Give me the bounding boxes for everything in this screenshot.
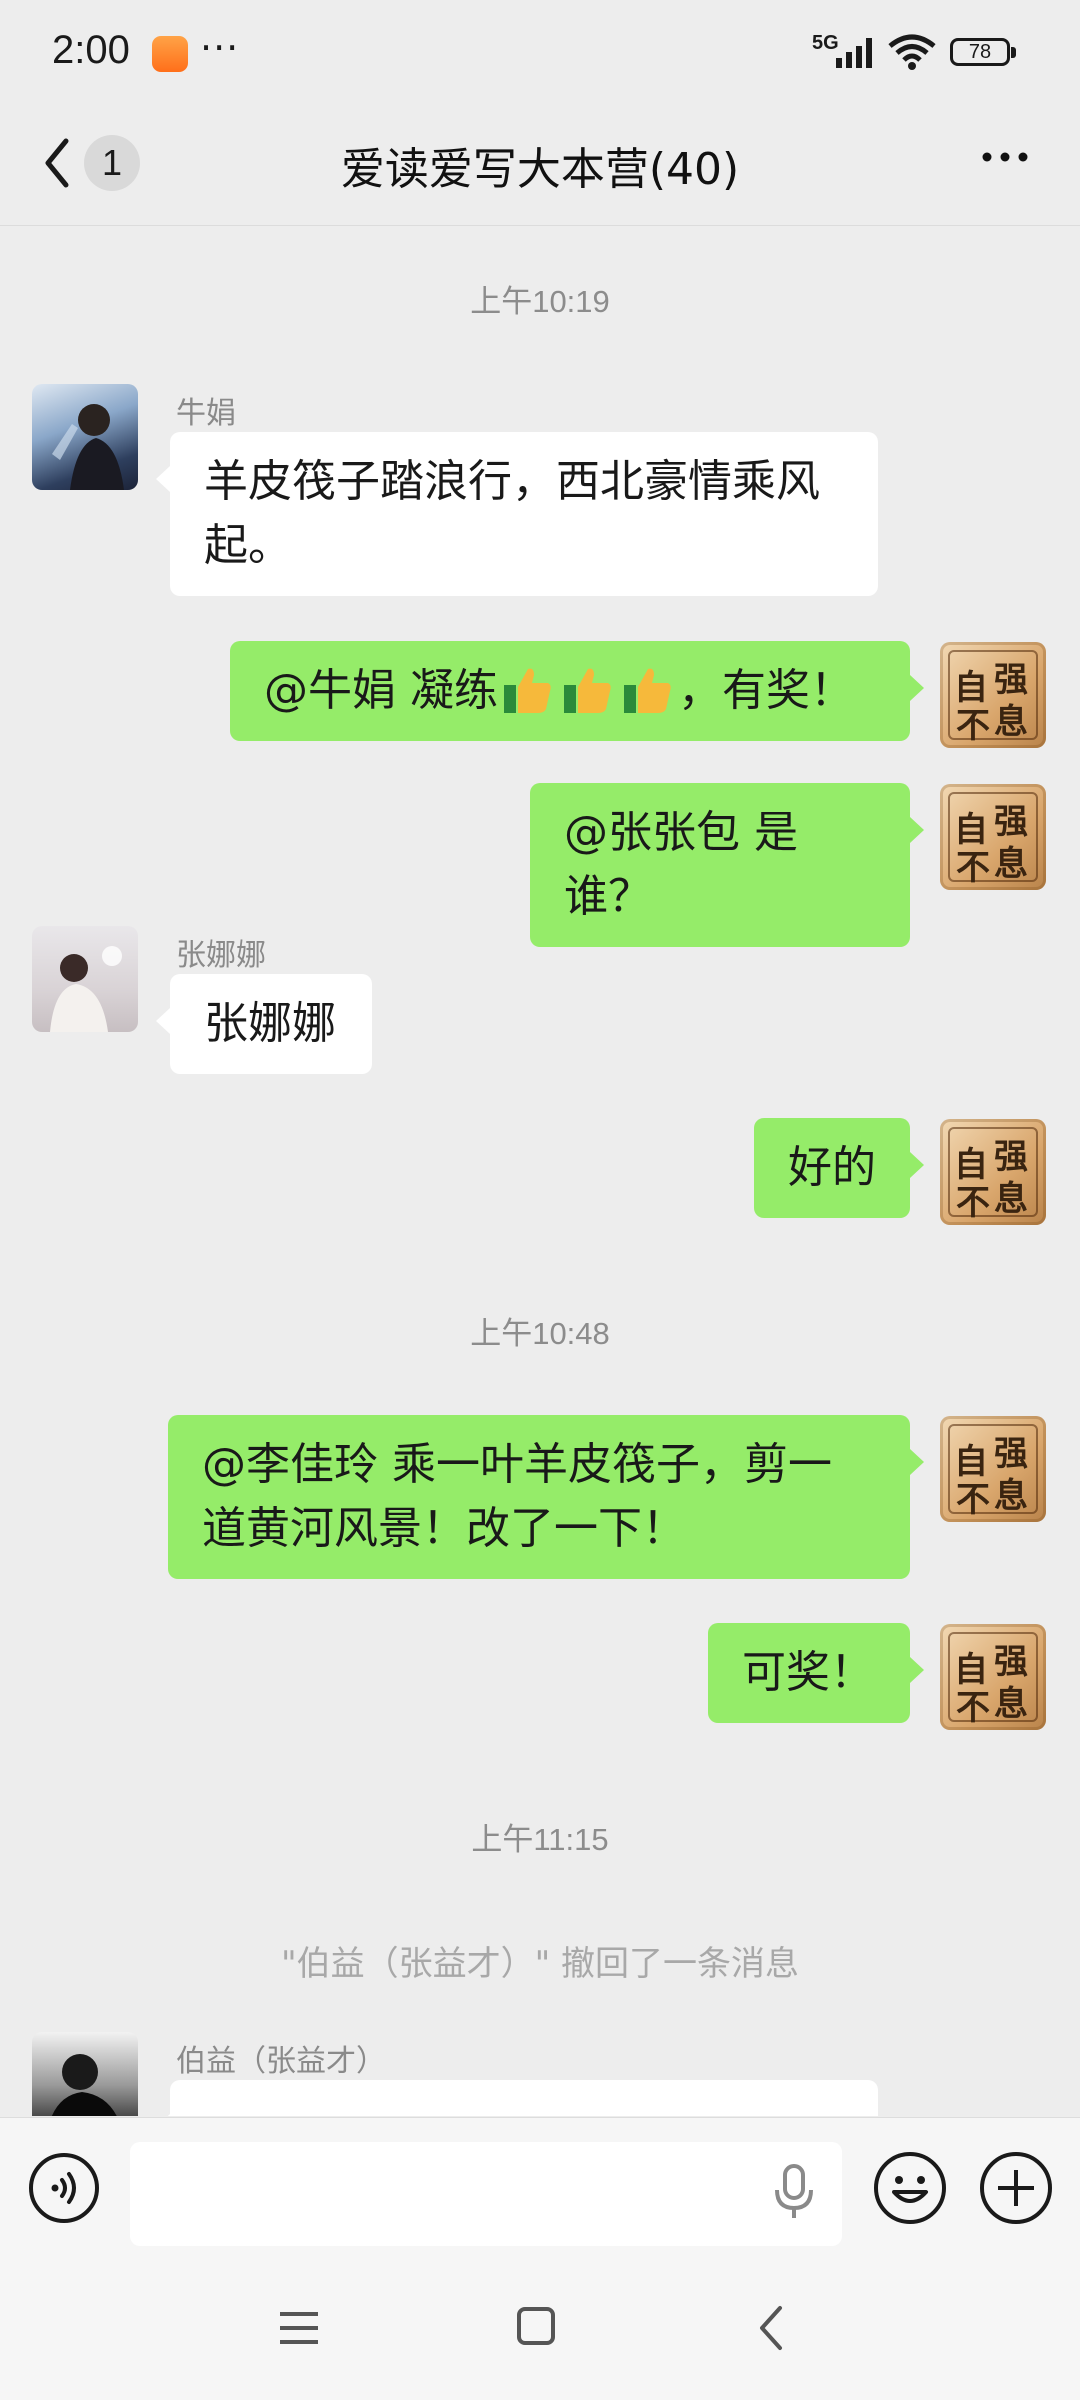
back-button[interactable] (36, 133, 80, 193)
thumbs-up-icon (504, 668, 551, 713)
message-text: @张张包 是谁？ (564, 807, 798, 922)
timestamp: 上午11:15 (471, 1822, 609, 1857)
voice-mode-button[interactable] (28, 2152, 100, 2224)
seal-char: 息 (994, 1179, 1028, 1219)
message-text-line: @李佳玲 乘一叶羊皮筏子，剪一 (202, 1439, 832, 1490)
avatar[interactable] (32, 926, 138, 1032)
message-text: 好的 (788, 1142, 876, 1193)
sender-name: 伯益（张益才） (176, 2044, 386, 2079)
avatar-image (50, 946, 122, 1032)
more-options-button[interactable] (975, 127, 1035, 187)
seal-char: 息 (994, 1684, 1028, 1724)
timestamp: 上午10:48 (470, 1316, 610, 1351)
avatar[interactable]: 自 强 不 息 (940, 642, 1046, 748)
avatar[interactable] (32, 2032, 138, 2116)
avatar[interactable]: 自 强 不 息 (940, 784, 1046, 890)
unread-count-badge[interactable]: 1 (84, 135, 140, 191)
message-bubble[interactable]: @李佳玲 乘一叶羊皮筏子，剪一 道黄河风景！改了一下！ (168, 1415, 924, 1579)
seal-char: 不 (956, 706, 990, 746)
avatar-image (52, 404, 124, 490)
recent-apps-icon[interactable] (278, 2308, 320, 2348)
add-attachment-button[interactable] (978, 2150, 1054, 2226)
network-type: 5G (812, 32, 839, 54)
app-notification-icon (152, 36, 188, 72)
message-bubble[interactable]: 好的 (754, 1118, 924, 1218)
message-input[interactable] (130, 2142, 842, 2246)
sender-name: 张娜娜 (176, 938, 266, 973)
avatar[interactable] (32, 384, 138, 490)
system-navigation-bar (0, 2258, 1080, 2400)
message-bubble[interactable]: 羊皮筏子踏浪行，西北豪情乘风 起。 (156, 432, 878, 596)
signal-icon (836, 38, 872, 68)
battery-icon: 78 (950, 38, 1016, 66)
recall-notice: "伯益（张益才）" 撤回了一条消息 (280, 1944, 800, 1984)
message-bubble[interactable]: 可奖！ (708, 1623, 924, 1723)
thumbs-up-icon (624, 668, 671, 713)
more-notifications-icon: ··· (200, 26, 240, 70)
seal-char: 不 (956, 1183, 990, 1223)
message-text: ，有奖！ (678, 665, 854, 716)
wifi-icon (888, 34, 936, 70)
status-bar: 2:00 ··· 5G 78 (0, 0, 1080, 105)
message-text-line: 羊皮筏子踏浪行，西北豪情乘风 (204, 456, 820, 507)
status-time: 2:00 (52, 28, 130, 72)
avatar[interactable]: 自 强 不 息 (940, 1119, 1046, 1225)
message-text: 张娜娜 (204, 998, 336, 1049)
message-bubble[interactable]: 张娜娜 (156, 974, 372, 1074)
message-text: @牛娟 凝练 (264, 665, 498, 716)
message-text-line: 道黄河风景！改了一下！ (202, 1503, 686, 1554)
message-text-line: 起。 (204, 520, 292, 571)
seal-char: 息 (994, 702, 1028, 742)
seal-char: 息 (994, 844, 1028, 884)
chat-message-list[interactable]: 上午10:19 牛娟 羊皮筏子踏浪行，西北豪情乘风 起。 自 强 不 息 @牛娟… (0, 226, 1080, 2116)
thumbs-up-icon (564, 668, 611, 713)
message-bubble[interactable] (156, 2080, 878, 2116)
seal-char: 不 (956, 848, 990, 888)
emoji-button[interactable] (872, 2150, 948, 2226)
avatar-image (51, 2054, 117, 2116)
seal-char: 不 (956, 1688, 990, 1728)
microphone-icon[interactable] (770, 2162, 818, 2222)
sender-name: 牛娟 (176, 396, 236, 431)
page-title: 爱读爱写大本营(40) (340, 144, 740, 195)
message-bubble[interactable]: @张张包 是谁？ (530, 783, 924, 947)
message-bubble[interactable]: @牛娟 凝练 ，有奖！ (230, 641, 924, 741)
message-text: 可奖！ (742, 1647, 874, 1698)
home-icon[interactable] (516, 2306, 556, 2346)
avatar[interactable]: 自 强 不 息 (940, 1416, 1046, 1522)
seal-char: 不 (956, 1480, 990, 1520)
timestamp: 上午10:19 (470, 284, 610, 319)
nav-back-icon[interactable] (756, 2304, 786, 2352)
chat-title-bar: 1 爱读爱写大本营(40) (0, 105, 1080, 226)
seal-char: 息 (994, 1476, 1028, 1516)
message-input-bar (0, 2117, 1080, 2258)
avatar[interactable]: 自 强 不 息 (940, 1624, 1046, 1730)
